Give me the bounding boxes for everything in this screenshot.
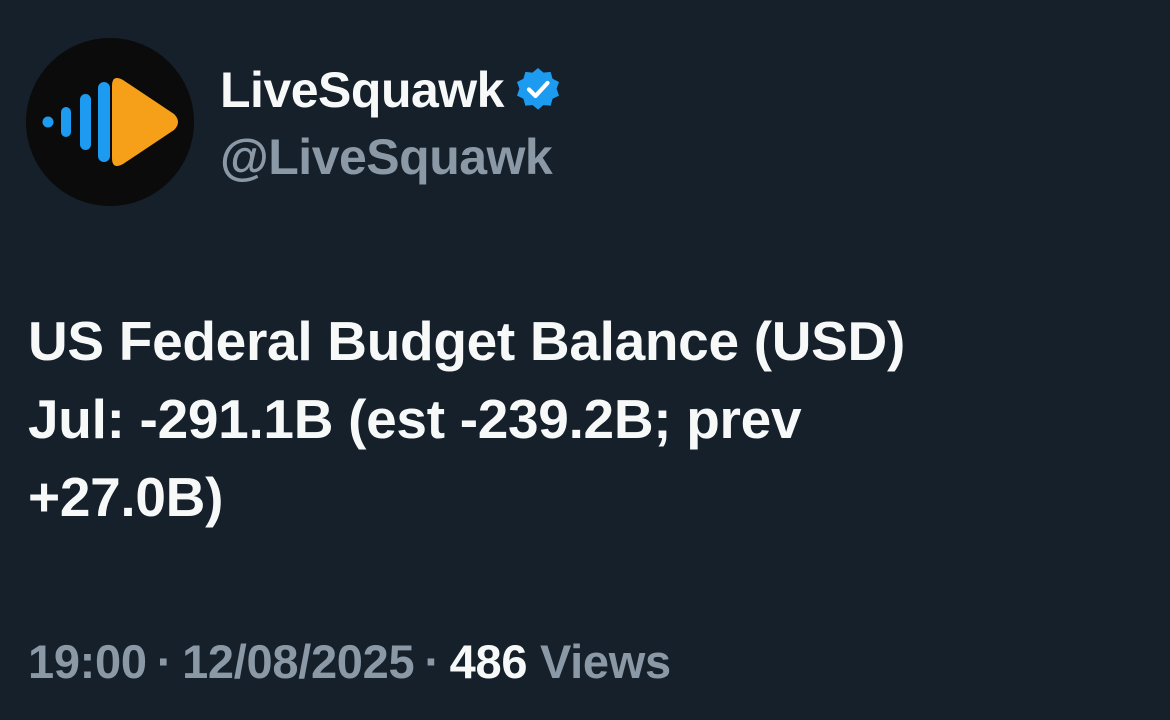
meta-separator: · <box>156 635 173 688</box>
tweet-time[interactable]: 19:00 <box>28 635 147 688</box>
avatar[interactable] <box>26 38 194 206</box>
meta-separator: · <box>424 635 440 688</box>
views-label: Views <box>539 635 671 688</box>
author-display-name[interactable]: LiveSquawk <box>220 60 505 120</box>
views-count[interactable]: 486 <box>450 635 528 688</box>
tweet-text-line: Jul: -291.1B (est -239.2B; prev <box>28 388 802 450</box>
author-name-row: LiveSquawk <box>220 60 562 120</box>
tweet: LiveSquawk @LiveSquawk US Federal Budget… <box>0 0 1170 720</box>
tweet-meta: 19:00 · 12/08/2025 · 486 Views <box>28 632 671 692</box>
tweet-text-line: US Federal Budget Balance (USD) <box>28 310 905 372</box>
tweet-text-line: +27.0B) <box>28 466 224 528</box>
tweet-text: US Federal Budget Balance (USD) Jul: -29… <box>28 302 1138 536</box>
livesquawk-logo-icon <box>26 38 194 206</box>
author-handle[interactable]: @LiveSquawk <box>220 127 553 187</box>
tweet-date[interactable]: 12/08/2025 <box>182 635 415 688</box>
verified-badge-icon[interactable] <box>514 66 562 114</box>
